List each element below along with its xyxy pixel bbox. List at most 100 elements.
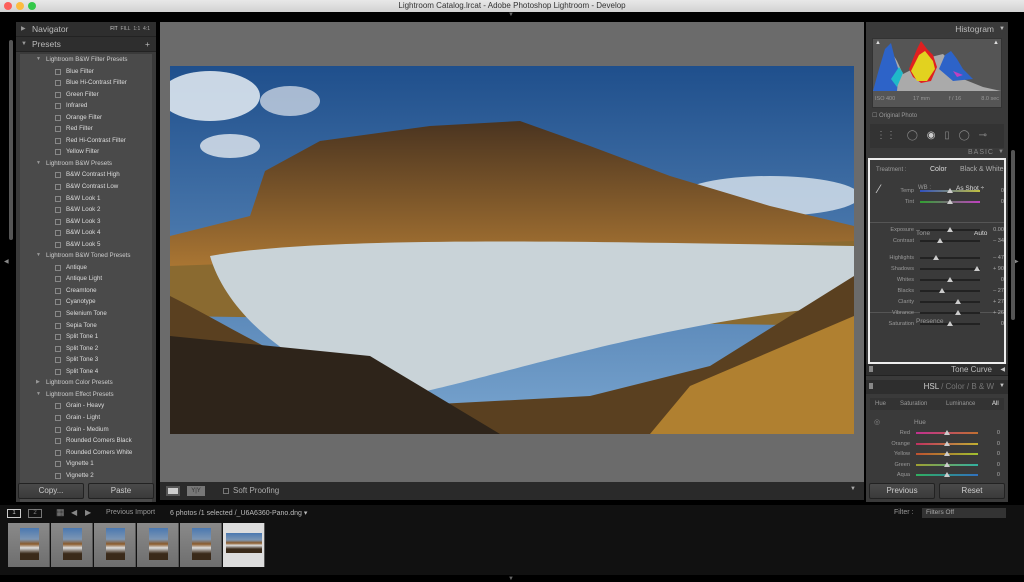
preset-item[interactable]: Grain - Medium bbox=[20, 424, 152, 436]
slider-thumb[interactable] bbox=[944, 472, 950, 477]
preset-item[interactable]: Rounded Corners White bbox=[20, 447, 152, 459]
preset-item[interactable]: Selenium Tone bbox=[20, 308, 152, 320]
highlight-clipping-icon[interactable]: ▲ bbox=[993, 40, 999, 46]
adjustment-brush-icon[interactable]: ⊸ bbox=[979, 130, 987, 141]
collapse-left-panel-icon[interactable]: ◀ bbox=[4, 258, 9, 265]
secondary-window-button[interactable]: 2 bbox=[28, 509, 42, 518]
preset-item[interactable]: B&W Look 3 bbox=[20, 216, 152, 228]
preset-item[interactable]: Blue Hi-Contrast Filter bbox=[20, 77, 152, 89]
preset-group[interactable]: ▼ Lightroom B&W Filter Presets bbox=[20, 54, 152, 66]
main-photo[interactable] bbox=[170, 66, 854, 434]
treatment-bw-button[interactable]: Black & White bbox=[960, 166, 1004, 173]
slider-value[interactable]: 0 bbox=[1001, 275, 1004, 285]
preset-item[interactable]: Sepia Tone bbox=[20, 320, 152, 332]
back-arrow-icon[interactable]: ◀ bbox=[71, 508, 77, 517]
slider-thumb[interactable] bbox=[944, 440, 950, 446]
slider-value[interactable]: + 26 bbox=[993, 308, 1004, 318]
slider-track[interactable] bbox=[920, 288, 980, 293]
shadow-clipping-icon[interactable]: ▲ bbox=[875, 40, 881, 46]
zoom-window-button[interactable] bbox=[28, 2, 36, 10]
slider-value[interactable]: 0 bbox=[997, 439, 1000, 449]
slider-value[interactable]: – 34 bbox=[993, 236, 1004, 246]
slider-track[interactable] bbox=[920, 238, 980, 243]
treatment-color-button[interactable]: Color bbox=[930, 166, 947, 173]
primary-window-button[interactable]: 1 bbox=[7, 509, 21, 518]
slider-value[interactable]: 0 bbox=[997, 470, 1000, 480]
loupe-view-button[interactable] bbox=[166, 486, 180, 496]
hue-subtab[interactable]: Hue bbox=[875, 398, 886, 410]
before-after-button[interactable]: Y|Y bbox=[187, 486, 205, 496]
soft-proofing-checkbox[interactable] bbox=[223, 488, 229, 494]
panel-toggle-icon[interactable] bbox=[869, 366, 873, 372]
preset-item[interactable]: Antique bbox=[20, 262, 152, 274]
slider-value[interactable]: 0 bbox=[997, 428, 1000, 438]
tone-curve-header[interactable]: Tone Curve ◀ bbox=[866, 364, 1008, 376]
slider-thumb[interactable] bbox=[947, 199, 953, 204]
luminance-subtab[interactable]: Luminance bbox=[946, 398, 975, 410]
slider-value[interactable]: 0 bbox=[1001, 197, 1004, 207]
preset-item[interactable]: B&W Look 4 bbox=[20, 227, 152, 239]
zoom-1-1[interactable]: 1:1 bbox=[133, 26, 140, 32]
paste-button[interactable]: Paste bbox=[88, 483, 154, 499]
filmstrip-thumbnail[interactable] bbox=[180, 523, 222, 567]
preset-item[interactable]: Red Hi-Contrast Filter bbox=[20, 135, 152, 147]
presets-header[interactable]: ▼ Presets + bbox=[16, 37, 156, 52]
filmstrip-info[interactable]: 6 photos /1 selected /_U6A6360-Pano.dng … bbox=[170, 509, 307, 517]
slider-thumb[interactable] bbox=[947, 188, 953, 193]
add-preset-button[interactable]: + bbox=[145, 37, 150, 52]
red-eye-icon[interactable]: ◉ bbox=[927, 130, 936, 141]
preset-item[interactable]: Grain - Heavy bbox=[20, 400, 152, 412]
slider-track[interactable] bbox=[920, 277, 980, 282]
all-subtab[interactable]: All bbox=[992, 398, 999, 410]
preset-item[interactable]: Yellow Filter bbox=[20, 146, 152, 158]
preset-item[interactable]: Split Tone 2 bbox=[20, 343, 152, 355]
slider-value[interactable]: 0 bbox=[1001, 186, 1004, 196]
slider-value[interactable]: + 27 bbox=[993, 297, 1004, 307]
navigator-header[interactable]: ▶ Navigator FIT FILL 1:1 4:1 bbox=[16, 22, 156, 37]
slider-value[interactable]: + 90 bbox=[993, 264, 1004, 274]
slider-thumb[interactable] bbox=[938, 288, 945, 293]
preset-item[interactable]: Antique Light bbox=[20, 273, 152, 285]
slider-value[interactable]: 0 bbox=[997, 460, 1000, 470]
filter-select[interactable]: Filters Off bbox=[922, 508, 1006, 518]
preset-group[interactable]: ▼ Lightroom B&W Toned Presets bbox=[20, 250, 152, 262]
slider-track[interactable] bbox=[920, 321, 980, 326]
radial-filter-icon[interactable]: ◯ bbox=[959, 130, 970, 141]
slider-track[interactable] bbox=[916, 472, 978, 477]
crop-tool-icon[interactable]: ⋮⋮ bbox=[876, 130, 896, 141]
slider-track[interactable] bbox=[916, 461, 978, 467]
preset-item[interactable]: Green Filter bbox=[20, 89, 152, 101]
filmstrip-thumbnail[interactable] bbox=[223, 523, 265, 567]
previous-button[interactable]: Previous bbox=[869, 483, 935, 499]
original-photo-toggle[interactable]: ☐ Original Photo bbox=[872, 112, 917, 119]
preset-group[interactable]: ▶ Lightroom Color Presets bbox=[20, 377, 152, 389]
slider-thumb[interactable] bbox=[954, 310, 961, 315]
preset-item[interactable]: Split Tone 4 bbox=[20, 366, 152, 378]
slider-value[interactable]: – 27 bbox=[993, 286, 1004, 296]
hsl-tab[interactable]: HSL bbox=[924, 382, 939, 391]
targeted-adjustment-icon[interactable]: ◎ bbox=[874, 418, 880, 426]
zoom-fill[interactable]: FILL bbox=[121, 26, 131, 32]
slider-track[interactable] bbox=[920, 188, 980, 193]
preset-item[interactable]: Split Tone 3 bbox=[20, 354, 152, 366]
left-scrollbar[interactable] bbox=[9, 40, 13, 240]
preset-item[interactable]: Rounded Corners Black bbox=[20, 435, 152, 447]
preset-item[interactable]: Split Tone 1 bbox=[20, 331, 152, 343]
slider-value[interactable]: – 47 bbox=[993, 253, 1004, 263]
grid-view-icon[interactable]: ▦ bbox=[56, 507, 65, 518]
show-module-picker-icon[interactable]: ▼ bbox=[508, 12, 514, 18]
preset-item[interactable]: B&W Contrast High bbox=[20, 169, 152, 181]
right-scrollbar[interactable] bbox=[1011, 150, 1015, 320]
filmstrip-source[interactable]: Previous Import bbox=[106, 509, 155, 516]
preset-group[interactable]: ▼ Lightroom Effect Presets bbox=[20, 389, 152, 401]
slider-track[interactable] bbox=[920, 310, 980, 315]
slider-track[interactable] bbox=[920, 266, 980, 271]
preset-item[interactable]: Blue Filter bbox=[20, 66, 152, 78]
reset-button[interactable]: Reset bbox=[939, 483, 1005, 499]
slider-value[interactable]: 0 bbox=[997, 449, 1000, 459]
spot-removal-icon[interactable]: ◯ bbox=[907, 130, 918, 141]
preset-item[interactable]: Orange Filter bbox=[20, 112, 152, 124]
preset-item[interactable]: Cyanotype bbox=[20, 296, 152, 308]
slider-value[interactable]: 0 bbox=[1001, 319, 1004, 329]
slider-thumb[interactable] bbox=[944, 461, 950, 467]
